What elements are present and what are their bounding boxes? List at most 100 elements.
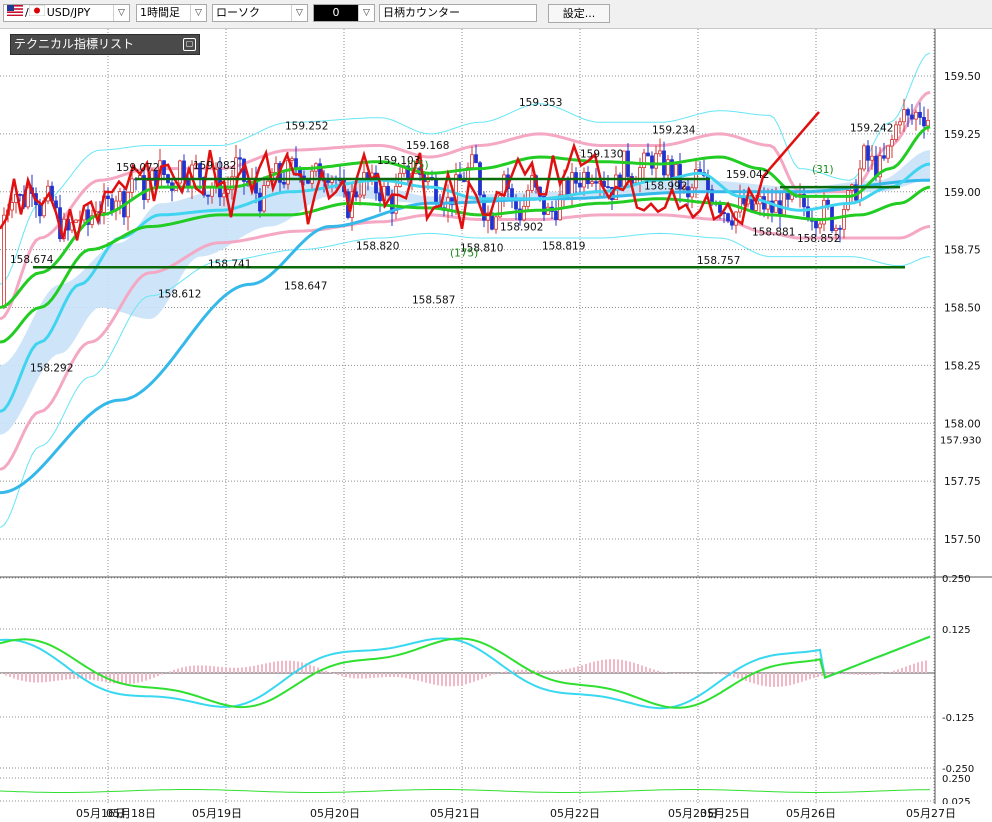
candle-body — [266, 180, 270, 186]
candle-body — [842, 209, 846, 230]
candle-body — [162, 160, 166, 176]
candle-body — [294, 158, 298, 169]
symbol-select[interactable]: / USD/JPY ▽ — [3, 4, 130, 22]
date-tick-label: 05月22日 — [550, 807, 600, 820]
candle-body — [754, 203, 758, 211]
timeframe-select[interactable]: 1時間足 ▽ — [136, 4, 207, 22]
price-annotation: 158.587 — [412, 294, 455, 306]
price-annotation: 158.674 — [10, 254, 54, 266]
collapse-icon[interactable]: ▢ — [183, 38, 196, 51]
candle-body — [646, 152, 650, 157]
candle-body — [462, 179, 466, 182]
candle-body — [858, 168, 862, 201]
price-annotation: 159.042 — [726, 169, 769, 181]
price-tick-label: 159.00 — [944, 187, 981, 199]
candle-body — [362, 172, 366, 196]
candle-body — [730, 220, 734, 226]
candle-body — [494, 216, 498, 230]
candle-body — [638, 167, 642, 184]
price-annotation: 158.741 — [208, 259, 251, 271]
jp-flag-icon — [28, 5, 45, 21]
candle-body — [834, 227, 838, 232]
chevron-down-icon[interactable]: ▽ — [358, 5, 374, 21]
counter-annotation: (175) — [450, 248, 478, 260]
candle-body — [570, 172, 574, 195]
chevron-down-icon[interactable]: ▽ — [291, 5, 307, 21]
indicator-list-title: テクニカル指標リスト — [14, 37, 135, 51]
candle-body — [434, 179, 438, 204]
chevron-down-icon[interactable]: ▽ — [113, 5, 129, 21]
price-annotation: 159.252 — [285, 120, 328, 132]
date-tick-label: 05月20日 — [310, 807, 360, 820]
candle-body — [386, 186, 390, 196]
candle-body — [726, 213, 730, 222]
candle-body — [554, 211, 558, 221]
price-tick-label: 157.930 — [940, 435, 981, 446]
candle-body — [814, 220, 818, 229]
candle-body — [890, 139, 894, 147]
counter-select[interactable]: 0 ▽ — [313, 4, 375, 22]
price-annotation: 159.234 — [652, 125, 696, 137]
chart-style-select[interactable]: ローソク ▽ — [212, 4, 308, 22]
price-tick-label: 159.50 — [944, 71, 981, 83]
candle-body — [818, 223, 822, 229]
candle-body — [130, 178, 134, 193]
price-annotation: 159.082 — [193, 160, 236, 172]
price-tick-label: 157.50 — [944, 534, 981, 546]
counter-annotation: (31) — [812, 164, 834, 176]
candle-body — [562, 180, 566, 196]
counter-annotation: (15) — [407, 160, 429, 172]
candle-body — [926, 119, 930, 127]
price-tick-label: 158.75 — [944, 245, 981, 257]
price-annotation: 159.072 — [116, 162, 159, 174]
price-annotation: 158.852 — [797, 233, 840, 245]
candle-body — [650, 155, 654, 169]
candle-body — [846, 190, 850, 210]
price-annotation: 158.881 — [752, 226, 795, 238]
candle-body — [902, 109, 906, 123]
macd-line — [0, 635, 931, 710]
candle-body — [906, 109, 910, 116]
candle-body — [378, 192, 382, 202]
macd-tick-label: 0.250 — [942, 574, 971, 585]
candle-body — [862, 145, 866, 170]
chart-style-label: ローソク — [216, 6, 260, 19]
price-tick-label: 159.25 — [944, 129, 981, 141]
technical-indicator-list[interactable]: テクニカル指標リスト ▢ — [10, 34, 200, 55]
chevron-down-icon[interactable]: ▽ — [190, 5, 206, 21]
candle-body — [18, 194, 22, 196]
settings-button[interactable]: 設定... — [548, 4, 610, 23]
candle-body — [222, 192, 226, 198]
candle-body — [358, 194, 362, 198]
candle-body — [206, 194, 210, 197]
candle-body — [238, 157, 242, 160]
candle-body — [326, 180, 330, 183]
counter-label: 日柄カウンター — [383, 6, 460, 19]
price-tick-label: 158.25 — [944, 360, 981, 372]
counter-label-field[interactable]: 日柄カウンター — [379, 4, 537, 22]
lower-indicator-line — [0, 789, 931, 793]
price-annotation: 158.292 — [30, 363, 73, 375]
price-annotation: 158.992 — [644, 181, 687, 193]
candle-body — [782, 191, 786, 216]
candle-body — [894, 124, 898, 141]
candle-body — [738, 197, 742, 213]
candle-body — [470, 154, 474, 169]
candle-body — [606, 186, 610, 189]
candle-body — [110, 198, 114, 212]
date-tick-label: 05月25日 — [700, 807, 750, 820]
candle-body — [654, 153, 658, 169]
price-chart[interactable]: 158.674 158.292 159.072 158.612 159.082 158.7… — [0, 29, 992, 822]
candle-body — [866, 145, 870, 161]
toolbar: / USD/JPY ▽ 1時間足 ▽ ローソク ▽ 0 ▽ 日柄カウンター 設定… — [0, 0, 992, 29]
candle-body — [922, 117, 926, 127]
date-tick-label: 05月27日 — [906, 807, 956, 820]
date-tick-label: 05月26日 — [786, 807, 836, 820]
candle-body — [618, 174, 622, 188]
candle-body — [898, 121, 902, 126]
candle-body — [886, 145, 890, 159]
candle-body — [510, 188, 514, 199]
candle-body — [882, 155, 886, 159]
candle-body — [590, 181, 594, 185]
candle-body — [910, 114, 914, 120]
